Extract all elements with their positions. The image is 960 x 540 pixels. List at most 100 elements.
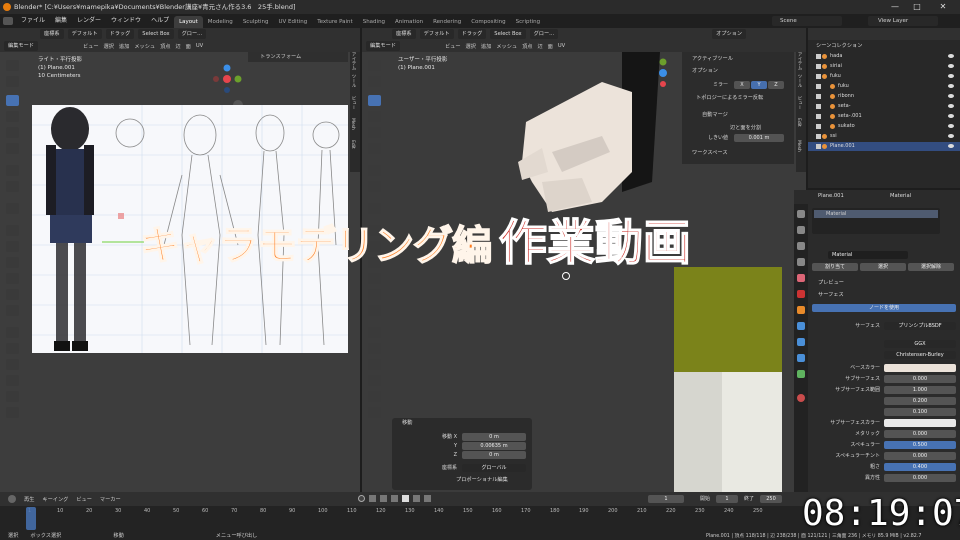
- menu-view[interactable]: ビュー: [76, 496, 92, 503]
- shear-tool-icon[interactable]: [6, 391, 19, 402]
- color-swatch[interactable]: [884, 364, 956, 372]
- measure-tool-icon[interactable]: [368, 181, 381, 192]
- property-field[interactable]: 0.100: [884, 408, 956, 416]
- menu-keying[interactable]: キーイング: [42, 496, 68, 503]
- menu-select[interactable]: 選択: [104, 43, 114, 50]
- snap-dropdown[interactable]: グロー...: [177, 29, 207, 39]
- tab-view[interactable]: ビュー: [350, 96, 356, 118]
- smooth-tool-icon[interactable]: [6, 343, 19, 354]
- scene-props-icon[interactable]: [797, 274, 805, 282]
- outliner-row[interactable]: hada: [808, 52, 960, 61]
- outliner-row[interactable]: siriai: [808, 62, 960, 71]
- property-field[interactable]: 0.400: [884, 463, 956, 471]
- mirror-y-toggle[interactable]: Y: [751, 81, 767, 89]
- render-props-icon[interactable]: [797, 226, 805, 234]
- physics-props-icon[interactable]: [797, 354, 805, 362]
- menu-render[interactable]: レンダー: [72, 14, 106, 28]
- navigation-gizmo[interactable]: [648, 58, 678, 88]
- menu-file[interactable]: ファイル: [16, 14, 50, 28]
- move-tool-icon[interactable]: [368, 95, 381, 106]
- annotate-tool-icon[interactable]: [6, 165, 19, 176]
- mirror-z-toggle[interactable]: Z: [768, 81, 784, 89]
- property-field[interactable]: 0.000: [884, 474, 956, 482]
- rip-tool-icon[interactable]: [6, 407, 19, 418]
- workspace-heading[interactable]: ワークスペース: [692, 148, 728, 158]
- options-dropdown[interactable]: オプション: [712, 29, 747, 39]
- property-field[interactable]: 0.000: [884, 375, 956, 383]
- orientation-dropdown[interactable]: 座標系: [392, 29, 416, 39]
- transform-tool-icon[interactable]: [6, 143, 19, 154]
- tab-view[interactable]: ビュー: [796, 96, 802, 118]
- mode-dropdown[interactable]: 編集モード: [366, 41, 400, 51]
- smooth-tool-icon[interactable]: [368, 343, 381, 354]
- play-reverse-icon[interactable]: [391, 495, 398, 502]
- menu-marker[interactable]: マーカー: [100, 496, 121, 503]
- jump-start-icon[interactable]: [369, 495, 376, 502]
- menu-vertex[interactable]: 頂点: [160, 43, 170, 50]
- select-button[interactable]: 選択: [860, 263, 906, 271]
- scene-collection-label[interactable]: シーンコレクション: [816, 41, 862, 51]
- visibility-checkbox[interactable]: [816, 144, 821, 149]
- current-frame-field[interactable]: 1: [648, 495, 684, 503]
- outliner-row[interactable]: seta-: [808, 102, 960, 111]
- eye-icon[interactable]: [948, 124, 954, 128]
- snap-dropdown[interactable]: グロー...: [529, 29, 559, 39]
- select-tool-icon[interactable]: [6, 60, 19, 71]
- record-button[interactable]: [358, 495, 365, 502]
- tab-shading[interactable]: Shading: [358, 16, 390, 28]
- move-x-field[interactable]: 0 m: [462, 433, 526, 441]
- visibility-checkbox[interactable]: [816, 84, 821, 89]
- tab-mesh[interactable]: Mesh: [796, 140, 801, 162]
- use-nodes-button[interactable]: ノードを使用: [812, 304, 956, 312]
- mode-dropdown[interactable]: 編集モード: [4, 41, 38, 51]
- tab-compositing[interactable]: Compositing: [466, 16, 510, 28]
- eye-icon[interactable]: [948, 74, 954, 78]
- menu-playback[interactable]: 再生: [24, 496, 34, 503]
- eye-icon[interactable]: [948, 94, 954, 98]
- spin-tool-icon[interactable]: [368, 327, 381, 338]
- orientation-select[interactable]: グローバル: [462, 464, 526, 472]
- preview-panel-header[interactable]: プレビュー: [818, 278, 844, 288]
- mirror-x-toggle[interactable]: X: [734, 81, 750, 89]
- menu-window[interactable]: ウィンドウ: [106, 14, 146, 28]
- visibility-checkbox[interactable]: [816, 64, 821, 69]
- surface-shader-field[interactable]: プリンシプルBSDF: [884, 322, 956, 330]
- add-cube-tool-icon[interactable]: [6, 203, 19, 214]
- eye-icon[interactable]: [948, 64, 954, 68]
- outliner-row[interactable]: ssi: [808, 132, 960, 141]
- knife-tool-icon[interactable]: [368, 289, 381, 300]
- outliner-row[interactable]: ribonn: [808, 92, 960, 101]
- tab-sculpting[interactable]: Sculpting: [238, 16, 274, 28]
- start-frame-field[interactable]: 1: [716, 495, 738, 503]
- tab-edit[interactable]: Edit: [350, 140, 355, 162]
- options-heading[interactable]: オプション: [692, 66, 718, 76]
- poly-build-tool-icon[interactable]: [6, 305, 19, 316]
- menu-edit[interactable]: 編集: [50, 14, 72, 28]
- material-name-field[interactable]: Material: [828, 251, 908, 259]
- tab-scripting[interactable]: Scripting: [511, 16, 545, 28]
- material-props-icon[interactable]: [797, 394, 805, 402]
- menu-view[interactable]: ビュー: [83, 43, 99, 50]
- menu-edge[interactable]: 辺: [537, 43, 542, 50]
- play-icon[interactable]: [402, 495, 409, 502]
- close-button[interactable]: ✕: [934, 0, 952, 14]
- outliner-row[interactable]: Plane.001: [808, 142, 960, 151]
- navigation-gizmo[interactable]: [212, 64, 242, 94]
- pivot-dropdown[interactable]: デフォルト: [419, 29, 454, 39]
- menu-mesh[interactable]: メッシュ: [496, 43, 517, 50]
- playhead[interactable]: [26, 507, 36, 530]
- orientation-dropdown[interactable]: 座標系: [40, 29, 64, 39]
- material-slot-item[interactable]: Material: [814, 210, 938, 218]
- jump-end-icon[interactable]: [424, 495, 431, 502]
- world-props-icon[interactable]: [797, 290, 805, 298]
- view-layer-selector[interactable]: View Layer: [868, 16, 938, 26]
- tab-tool[interactable]: ツール: [796, 74, 802, 96]
- menu-view[interactable]: ビュー: [445, 43, 461, 50]
- property-field[interactable]: 0.500: [884, 441, 956, 449]
- view-layer-props-icon[interactable]: [797, 258, 805, 266]
- tab-modeling[interactable]: Modeling: [203, 16, 238, 28]
- shrink-tool-icon[interactable]: [368, 375, 381, 386]
- scene-selector[interactable]: Scene: [772, 16, 842, 26]
- next-keyframe-icon[interactable]: [413, 495, 420, 502]
- eye-icon[interactable]: [948, 104, 954, 108]
